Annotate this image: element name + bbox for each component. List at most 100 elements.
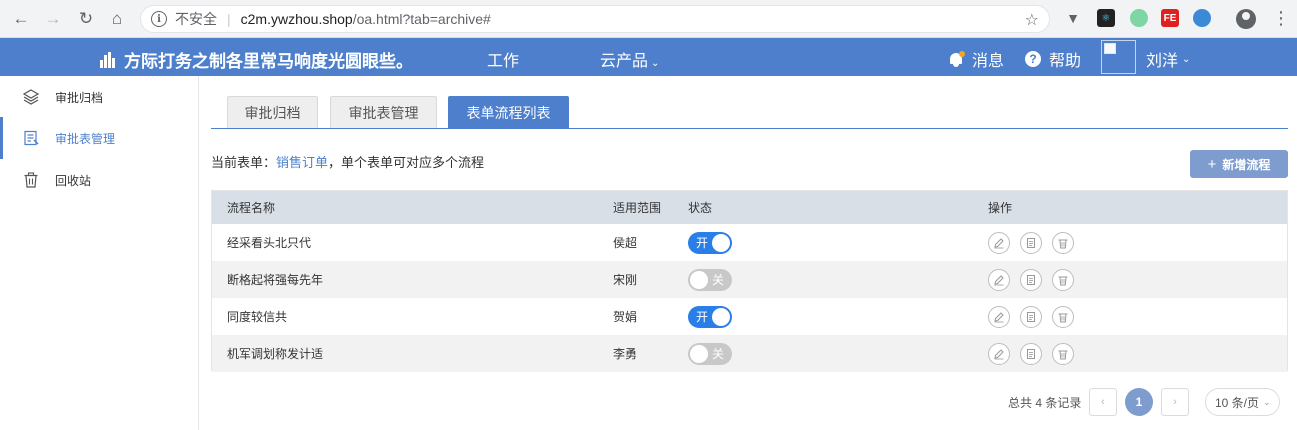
form-list-icon	[24, 130, 39, 146]
trash-icon	[24, 172, 38, 188]
browser-toolbar: ← → ↻ ⌂ i 不安全 | c2m.ywzhou.shop/oa.html?…	[0, 0, 1297, 38]
operations-cell	[988, 261, 1084, 298]
copy-icon[interactable]	[1020, 342, 1042, 365]
extension-vue-icon[interactable]: ▼	[1064, 9, 1082, 27]
status-toggle-label: 开	[696, 235, 709, 250]
operations-cell	[988, 335, 1084, 372]
reload-icon[interactable]: ↻	[73, 6, 99, 32]
user-menu[interactable]: 刘洋 ⌄	[1146, 47, 1190, 71]
next-page-button[interactable]: ›	[1161, 388, 1189, 416]
tab-form-process-list[interactable]: 表单流程列表	[448, 96, 569, 128]
app-header: 方际打务之制各里常马响度光圆眼些。 工作 云产品 ⌄ 消息 ? 帮助 刘洋 ⌄	[0, 38, 1297, 76]
delete-icon[interactable]	[1052, 342, 1074, 365]
process-scope: 侯超	[613, 236, 638, 250]
status-cell: 关	[688, 261, 732, 298]
info-icon[interactable]: i	[151, 11, 167, 27]
delete-icon[interactable]	[1052, 268, 1074, 291]
process-scope: 李勇	[613, 347, 638, 361]
process-name: 断格起将强每先年	[227, 273, 324, 287]
status-toggle-label: 关	[711, 272, 724, 287]
address-bar[interactable]: i 不安全 | c2m.ywzhou.shop/oa.html?tab=arch…	[140, 5, 1050, 33]
back-arrow-icon[interactable]: ←	[8, 6, 34, 32]
avatar[interactable]	[1101, 40, 1136, 74]
table-header: 流程名称 适用范围 状态 操作	[212, 191, 1287, 224]
profile-icon[interactable]	[1236, 9, 1256, 29]
bookmark-star-icon[interactable]: ☆	[1025, 10, 1039, 30]
chevron-down-icon: ⌄	[651, 58, 660, 69]
sidebar-item-label: 回收站	[55, 173, 92, 188]
sidebar-item-form-management[interactable]: 审批表管理	[0, 117, 198, 159]
edit-icon[interactable]	[988, 305, 1010, 328]
status-toggle-label: 关	[711, 346, 724, 361]
tab-archive[interactable]: 审批归档	[227, 96, 318, 128]
bell-icon	[948, 50, 965, 68]
total-records: 总共 4 条记录	[1008, 396, 1082, 410]
building-icon	[100, 51, 115, 68]
table-row: 机军调划称发计适 李勇 关	[212, 335, 1287, 372]
tab-form-management[interactable]: 审批表管理	[330, 96, 437, 128]
table-row: 经采看头北只代 侯超 开	[212, 224, 1287, 261]
extension-react-icon[interactable]: ⚛	[1097, 9, 1115, 27]
more-menu-icon[interactable]: ⋮	[1272, 8, 1290, 28]
nav-cloud-products[interactable]: 云产品 ⌄	[600, 47, 659, 71]
extension-fe-icon[interactable]: FE	[1161, 9, 1179, 27]
extension-globe-icon[interactable]	[1193, 9, 1211, 27]
sidebar-item-label: 审批归档	[55, 90, 104, 105]
plus-icon: +	[1207, 155, 1217, 173]
edit-icon[interactable]	[988, 342, 1010, 365]
operations-cell	[988, 298, 1084, 335]
url-path: /oa.html?tab=archive#	[352, 11, 491, 27]
process-table: 流程名称 适用范围 状态 操作 经采看头北只代 侯超开断格起将强每先年 宋刚关同度较…	[211, 190, 1288, 372]
table-row: 同度较信共 贺娟 开	[212, 298, 1287, 335]
copy-icon[interactable]	[1020, 305, 1042, 328]
sidebar-item-label: 审批表管理	[55, 131, 116, 146]
status-toggle[interactable]: 关	[688, 342, 732, 365]
page-size-select[interactable]: 10 条/页 ⌄	[1205, 388, 1280, 416]
url-host: c2m.ywzhou.shop	[240, 11, 353, 27]
nav-work[interactable]: 工作	[487, 47, 519, 71]
current-page[interactable]: 1	[1125, 388, 1153, 416]
extension-color-icon[interactable]	[1130, 9, 1148, 27]
status-toggle-label: 开	[696, 309, 709, 324]
home-icon[interactable]: ⌂	[104, 6, 130, 32]
current-form-info: 当前表单：销售订单，单个表单可对应多个流程	[211, 155, 485, 170]
security-label: 不安全	[175, 11, 217, 27]
layers-icon	[23, 89, 39, 105]
process-scope: 宋刚	[613, 273, 638, 287]
sidebar-item-archive[interactable]: 审批归档	[0, 76, 198, 118]
help-button[interactable]: ? 帮助	[1025, 47, 1081, 71]
status-toggle[interactable]: 开	[688, 305, 732, 328]
forward-arrow-icon[interactable]: →	[40, 6, 66, 32]
status-toggle[interactable]: 关	[688, 268, 732, 291]
process-name: 同度较信共	[227, 310, 288, 324]
tab-bar: 审批归档 审批表管理 表单流程列表	[211, 96, 1288, 129]
status-toggle[interactable]: 开	[688, 231, 732, 254]
table-row: 断格起将强每先年 宋刚 关	[212, 261, 1287, 298]
column-header: 流程名称	[227, 201, 276, 215]
edit-icon[interactable]	[988, 268, 1010, 291]
app-title: 方际打务之制各里常马响度光圆眼些。	[100, 47, 413, 72]
delete-icon[interactable]	[1052, 231, 1074, 254]
sidebar-item-recycle-bin[interactable]: 回收站	[0, 159, 198, 201]
help-icon: ?	[1025, 51, 1041, 67]
chevron-down-icon: ⌄	[1182, 53, 1191, 65]
form-name-link[interactable]: 销售订单	[276, 155, 328, 170]
process-scope: 贺娟	[613, 310, 638, 324]
column-header: 操作	[988, 201, 1013, 215]
status-cell: 关	[688, 335, 732, 372]
status-cell: 开	[688, 224, 732, 261]
process-name: 经采看头北只代	[227, 236, 312, 250]
delete-icon[interactable]	[1052, 305, 1074, 328]
sidebar: 审批归档 审批表管理 回收站	[0, 76, 199, 430]
copy-icon[interactable]	[1020, 231, 1042, 254]
messages-button[interactable]: 消息	[948, 47, 1004, 71]
add-process-button[interactable]: + 新增流程	[1190, 150, 1288, 178]
chevron-down-icon: ⌄	[1263, 396, 1271, 407]
copy-icon[interactable]	[1020, 268, 1042, 291]
edit-icon[interactable]	[988, 231, 1010, 254]
column-header: 适用范围	[613, 201, 662, 215]
status-cell: 开	[688, 298, 732, 335]
operations-cell	[988, 224, 1084, 261]
process-name: 机军调划称发计适	[227, 347, 324, 361]
prev-page-button[interactable]: ‹	[1089, 388, 1117, 416]
